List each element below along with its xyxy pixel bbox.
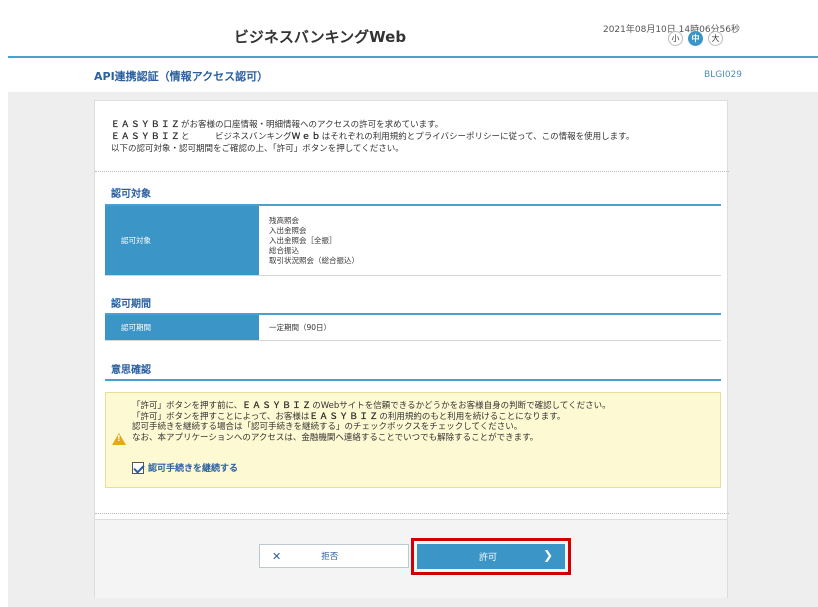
chevron-right-icon: ❯ [542, 548, 553, 562]
page-title: API連携認証（情報アクセス認可） [94, 70, 269, 83]
app-title: ビジネスバンキングWeb [233, 28, 407, 46]
warning-icon [112, 433, 126, 445]
notice-line1-b: のWebサイトを信頼できるかどうかをお客様自身の判断で確認してください。 [312, 401, 611, 411]
scope-item: 総合振込 [269, 245, 299, 255]
scope-item: 取引状況照会（総合振込） [269, 255, 359, 265]
intro-divider [95, 171, 729, 172]
screen-id: BLGI029 [704, 70, 742, 80]
notice-line3: 認可手続きを継続する場合は「認可手続きを継続する」のチェックボックスをチェックし… [132, 422, 523, 432]
confirmation-notice: 「許可」ボタンを押す前に、ＥＡＳＹＢＩＺのWebサイトを信頼できるかどうかをお客… [105, 392, 721, 488]
notice-line4: なお、本アプリケーションへのアクセスは、金融機関へ連絡することでいつでも解除する… [132, 432, 539, 443]
continue-checkbox-label[interactable]: 認可手続きを継続する [148, 461, 238, 474]
intro-line2: はそれぞれの利用規約とプライバシーポリシーに従って、この情報を使用します。 [321, 132, 635, 142]
scope-label: 認可対象 [105, 206, 259, 275]
reject-button-label: 拒否 [321, 552, 339, 562]
notice-line1-brand: ＥＡＳＹＢＩＺ [242, 401, 313, 411]
intro-line2-mid: と ビジネスバンキング [181, 132, 292, 142]
intro-line2-web: Ｗｅｂ [291, 132, 322, 142]
reject-button[interactable]: ✕ 拒否 [259, 544, 409, 568]
permit-button[interactable]: 許可 ❯ [417, 544, 565, 569]
close-icon: ✕ [272, 549, 282, 563]
intro-text: ＥＡＳＹＢＩＺがお客様の口座情報・明細情報へのアクセスの許可を求めています。 Ｅ… [111, 119, 711, 155]
font-size-small-button[interactable]: 小 [668, 31, 683, 46]
continue-checkbox-row[interactable]: 認可手続きを継続する [132, 461, 238, 474]
intro-line3: 以下の認可対象・認可期間をご確認の上、「許可」ボタンを押してください。 [111, 144, 404, 154]
header: ビジネスバンキングWeb 2021年08月10日 14時06分56秒 小 中 大 [0, 0, 818, 56]
notice-text: 「許可」ボタンを押す前に、ＥＡＳＹＢＩＺのWebサイトを信頼できるかどうかをお客… [132, 401, 611, 443]
period-value: 一定期間（90日） [259, 315, 721, 340]
font-size-large-button[interactable]: 大 [708, 31, 723, 46]
bottom-divider [95, 513, 729, 514]
period-value-text: 一定期間（90日） [269, 322, 332, 332]
permit-button-label: 許可 [479, 553, 498, 563]
notice-line2-brand: ＥＡＳＹＢＩＺ [309, 411, 380, 422]
period-section-title: 認可期間 [111, 299, 151, 310]
notice-line2-a: 「許可」ボタンを押すことによって、お客様は [132, 411, 310, 422]
font-size-controls: 小 中 大 [668, 31, 723, 46]
scope-item: 残高照会 [269, 215, 299, 225]
scope-table: 認可対象 残高照会 入出金照会 入出金照会［全振］ 総合振込 取引状況照会（総合… [105, 206, 721, 276]
confirm-section-title: 意思確認 [111, 365, 151, 376]
notice-line1-a: 「許可」ボタンを押す前に、 [132, 401, 243, 411]
confirm-section-rule [105, 379, 721, 381]
period-label: 認可期間 [105, 315, 259, 340]
main-card: ＥＡＳＹＢＩＺがお客様の口座情報・明細情報へのアクセスの許可を求めています。 Ｅ… [94, 100, 729, 598]
intro-line1: がお客様の口座情報・明細情報へのアクセスの許可を求めています。 [181, 120, 444, 130]
font-size-medium-button[interactable]: 中 [688, 31, 703, 46]
page-title-bar: API連携認証（情報アクセス認可） BLGI029 [0, 58, 818, 92]
scope-values: 残高照会 入出金照会 入出金照会［全振］ 総合振込 取引状況照会（総合振込） [259, 206, 721, 275]
continue-checkbox[interactable] [132, 461, 144, 474]
period-table: 認可期間 一定期間（90日） [105, 315, 721, 341]
scope-item: 入出金照会［全振］ [269, 235, 337, 245]
intro-line2-brand: ＥＡＳＹＢＩＺ [111, 132, 182, 142]
intro-brand: ＥＡＳＹＢＩＺ [111, 120, 182, 130]
button-area: ✕ 拒否 許可 ❯ [95, 519, 727, 598]
scope-section-title: 認可対象 [111, 189, 151, 200]
notice-line2-b: の利用規約のもと利用を続けることになります。 [379, 411, 566, 422]
scope-item: 入出金照会 [269, 225, 307, 235]
